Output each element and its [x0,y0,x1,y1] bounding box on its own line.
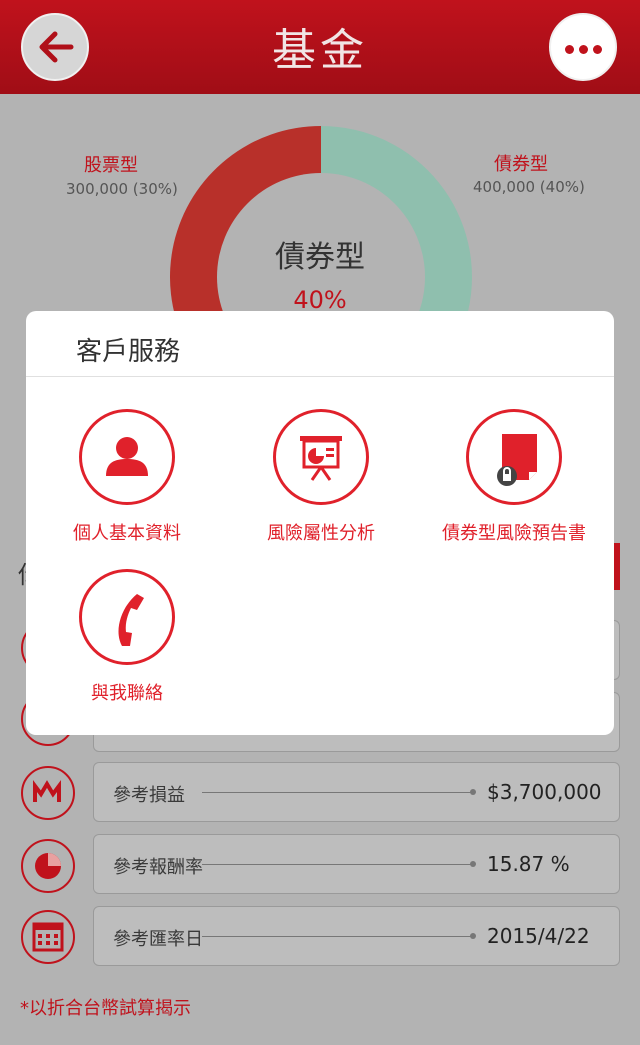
service-bond-risk-notice[interactable]: 債券型風險預告書 [414,409,614,545]
stock-legend-value: 300,000 (30%) [66,180,178,198]
footnote: *以折合台幣試算揭示 [20,998,191,1019]
service-risk-analysis[interactable]: 風險屬性分析 [221,409,421,545]
more-dots-icon [565,45,605,54]
exchange-date-value: 2015/4/22 [487,924,590,948]
phone-icon [79,569,175,665]
calendar-icon [21,910,75,964]
locked-document-icon [466,409,562,505]
person-icon [79,409,175,505]
service-contact-label: 與我聯絡 [91,683,163,704]
customer-service-modal: 客戶服務 個人基本資料 風險屬性分析 債券型風險預告書 與我聯絡 [26,311,614,735]
profit-label: 參考損益 [113,785,185,806]
profit-row: 參考損益 $3,700,000 [93,762,620,822]
chart-bars-icon [21,766,75,820]
service-profile[interactable]: 個人基本資料 [27,409,227,545]
service-bond-risk-notice-label: 債券型風險預告書 [442,523,586,544]
donut-center-title: 債券型 [275,240,365,275]
service-risk-analysis-label: 風險屬性分析 [267,523,375,544]
modal-title: 客戶服務 [76,337,181,367]
stock-legend-label: 股票型 [84,155,138,176]
more-options-button[interactable] [549,13,617,81]
bond-legend-label: 債券型 [494,154,548,175]
page-title: 基金 [272,25,368,76]
exchange-date-row: 參考匯率日 2015/4/22 [93,906,620,966]
modal-divider [26,376,614,377]
return-rate-value: 15.87 % [487,852,570,876]
service-profile-label: 個人基本資料 [73,523,181,544]
return-rate-label: 參考報酬率 [113,857,203,878]
bond-legend-value: 400,000 (40%) [473,178,585,196]
return-rate-row: 參考報酬率 15.87 % [93,834,620,894]
donut-center-percent: 40% [293,286,347,314]
pie-chart-icon [21,839,75,893]
profit-value: $3,700,000 [487,780,602,804]
app-header: 基金 [0,0,640,94]
service-contact[interactable]: 與我聯絡 [27,569,227,705]
presentation-chart-icon [273,409,369,505]
exchange-date-label: 參考匯率日 [113,929,203,950]
